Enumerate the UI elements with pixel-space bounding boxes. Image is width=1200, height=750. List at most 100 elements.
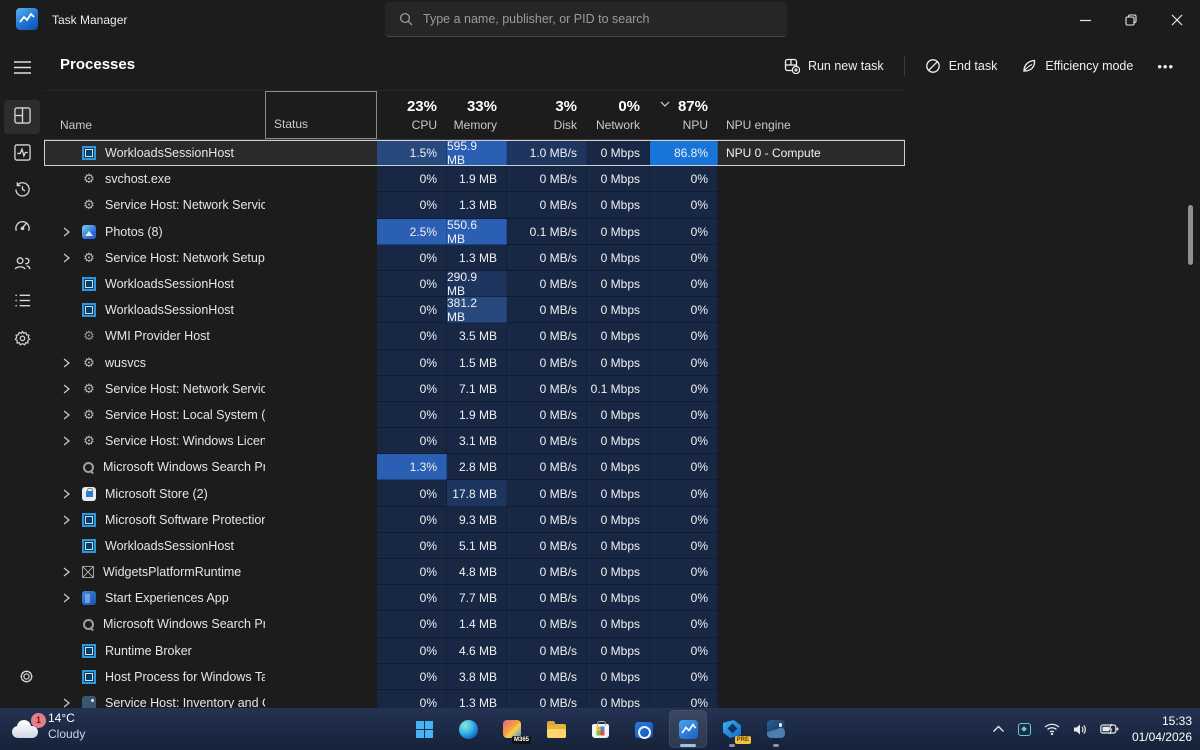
tray-battery-button[interactable] [1100, 723, 1119, 735]
taskbar-app-task-manager[interactable] [669, 710, 707, 748]
taskbar-app-file-explorer[interactable] [537, 710, 575, 748]
taskbar-app-outlook[interactable] [625, 710, 663, 748]
expand-chevron-icon[interactable] [62, 358, 74, 368]
weather-cloud-icon: 1 [10, 712, 46, 740]
process-row[interactable]: ⚙Service Host: Network Setup S...0%1.3 M… [44, 244, 905, 271]
sidebar-item-processes[interactable] [4, 100, 40, 134]
column-header-cpu[interactable]: 23% CPU [377, 91, 447, 139]
npu-engine-cell [718, 480, 905, 506]
process-row[interactable]: Microsoft Windows Search Pr... 1.3% 2.8 MB… [44, 454, 905, 481]
process-row[interactable]: ⚙Service Host: Windows Licens...0%3.1 MB… [44, 428, 905, 455]
expand-chevron-icon[interactable] [62, 489, 74, 499]
column-header-disk[interactable]: 3% Disk [507, 91, 587, 139]
nav-menu-button[interactable] [4, 50, 40, 84]
taskbar-app-start[interactable] [405, 710, 443, 748]
process-row[interactable]: ⚙ Service Host: Network Service 0% 1.3 MB 0 … [44, 192, 905, 219]
npu-cell: 0% [650, 637, 718, 664]
process-row[interactable]: Start Experiences App 0% 7.7 MB 0 MB/s 0 Mbp… [44, 585, 905, 612]
minimize-button[interactable] [1062, 0, 1108, 40]
maximize-restore-button[interactable] [1108, 0, 1154, 40]
tray-network-button[interactable] [1044, 723, 1060, 735]
process-row[interactable]: WidgetsPlatformRuntime 0% 4.8 MB 0 MB/s 0 Mb… [44, 559, 905, 586]
process-row[interactable]: Service Host: Inventory and C... 0% 1.3 MB… [44, 689, 905, 708]
scrollbar[interactable] [1188, 205, 1193, 265]
taskbar: 1 14°C Cloudy M365 PRE 15:33 01/04/2026 [0, 708, 1200, 750]
expand-chevron-icon[interactable] [62, 567, 74, 577]
sidebar-item-app-history[interactable] [4, 174, 40, 208]
column-header-npu[interactable]: 87% NPU [650, 91, 718, 139]
taskbar-app-photos[interactable] [757, 710, 795, 748]
column-header-network[interactable]: 0% Network [587, 91, 650, 139]
column-label-disk: Disk [553, 118, 577, 132]
process-row[interactable]: Host Process for Windows Tas...0%3.8 MB0… [44, 663, 905, 690]
process-row[interactable]: Microsoft Store (2) 0% 17.8 MB 0 MB/s 0 Mbps… [44, 480, 905, 507]
photos-icon [82, 224, 96, 239]
process-row[interactable]: WorkloadsSessionHost 0% 5.1 MB 0 MB/s 0 Mbps… [44, 532, 905, 559]
expand-chevron-icon[interactable] [62, 515, 74, 525]
process-name: WorkloadsSessionHost [105, 538, 234, 553]
process-row[interactable]: ⚙Service Host: Local System (Ne...0%1.9 … [44, 401, 905, 429]
microsoft-store-icon [591, 720, 609, 738]
process-row[interactable]: ⚙ Service Host: Network Service 0% 7.1 MB 0 … [44, 375, 905, 402]
expand-chevron-icon[interactable] [62, 227, 74, 237]
tray-volume-button[interactable] [1073, 723, 1087, 736]
taskbar-app-m365[interactable]: M365 [493, 710, 531, 748]
process-row[interactable]: ⚙ svchost.exe 0% 1.9 MB 0 MB/s 0 Mbps 0% [44, 166, 905, 193]
column-header-status[interactable]: Status [265, 91, 377, 139]
taskbar-app-preview-app[interactable]: PRE [713, 710, 751, 748]
close-button[interactable] [1154, 0, 1200, 40]
clock[interactable]: 15:33 01/04/2026 [1132, 713, 1192, 745]
expand-chevron-icon[interactable] [62, 384, 74, 394]
sidebar-item-performance[interactable] [4, 137, 40, 171]
process-row[interactable]: WorkloadsSessionHost 0% 290.9 MB 0 MB/s 0 Mb… [44, 270, 905, 298]
process-name-cell: Start Experiences App [44, 585, 265, 611]
process-row[interactable]: Microsoft Software Protection... 0% 9.3 MB… [44, 506, 905, 533]
column-label-name: Name [60, 118, 93, 132]
column-header-name[interactable]: Name [44, 91, 265, 139]
tray-overflow-button[interactable] [992, 725, 1005, 733]
process-row[interactable]: WorkloadsSessionHost 0% 381.2 MB 0 MB/s 0 Mb… [44, 296, 905, 324]
weather-widget[interactable]: 1 14°C Cloudy [10, 711, 85, 742]
memory-cell: 5.1 MB [447, 532, 507, 559]
search-box[interactable] [385, 2, 787, 37]
column-header-memory[interactable]: 33% Memory [447, 91, 507, 139]
expand-chevron-icon[interactable] [62, 410, 74, 420]
more-options-button[interactable]: ••• [1147, 53, 1184, 80]
more-options-icon: ••• [1157, 58, 1174, 74]
process-name-cell: Photos (8) [44, 219, 265, 245]
process-row[interactable]: Photos (8) 2.5% 550.6 MB 0.1 MB/s 0 Mbps 0% [44, 218, 905, 246]
cpu-cell: 0% [377, 637, 447, 664]
column-header-engine[interactable]: NPU engine [718, 91, 905, 139]
window-title: Task Manager [52, 13, 128, 27]
status-cell [265, 245, 377, 271]
process-name: Microsoft Windows Search Pr... [103, 617, 265, 632]
sidebar-item-services[interactable] [4, 322, 40, 356]
run-new-task-button[interactable]: Run new task [774, 52, 894, 80]
sidebar-item-startup-apps[interactable] [4, 211, 40, 245]
search-input[interactable] [423, 12, 753, 26]
efficiency-mode-button[interactable]: Efficiency mode [1011, 52, 1143, 80]
npu-cell: 0% [650, 611, 718, 638]
expand-chevron-icon[interactable] [62, 436, 74, 446]
disk-cell: 0 MB/s [507, 506, 587, 533]
sidebar-item-settings[interactable] [8, 659, 44, 693]
tray-agent-button[interactable] [1017, 722, 1031, 736]
network-cell: 0 Mbps [587, 401, 650, 429]
process-row[interactable]: WorkloadsSessionHost 1.5% 595.9 MB 1.0 MB/s… [44, 140, 905, 167]
process-row[interactable]: Runtime Broker 0% 4.6 MB 0 MB/s 0 Mbps 0% [44, 637, 905, 664]
taskbar-app-microsoft-store[interactable] [581, 710, 619, 748]
process-name: wusvcs [105, 355, 146, 370]
expand-chevron-icon[interactable] [62, 593, 74, 603]
process-row[interactable]: Microsoft Windows Search Pr... 0% 1.4 MB 0 … [44, 611, 905, 638]
process-row[interactable]: ⚙ WMI Provider Host 0% 3.5 MB 0 MB/s 0 Mbps 0% [44, 323, 905, 350]
end-task-button[interactable]: End task [915, 52, 1008, 80]
close-icon [1171, 14, 1183, 26]
process-row[interactable]: ⚙ wusvcs 0% 1.5 MB 0 MB/s 0 Mbps 0% [44, 349, 905, 376]
column-label-memory: Memory [453, 118, 497, 132]
sidebar-item-details[interactable] [4, 285, 40, 319]
sidebar-item-users[interactable] [4, 248, 40, 282]
npu-engine-cell [718, 219, 905, 245]
taskbar-app-edge[interactable] [449, 710, 487, 748]
expand-chevron-icon[interactable] [62, 698, 74, 708]
expand-chevron-icon[interactable] [62, 253, 74, 263]
